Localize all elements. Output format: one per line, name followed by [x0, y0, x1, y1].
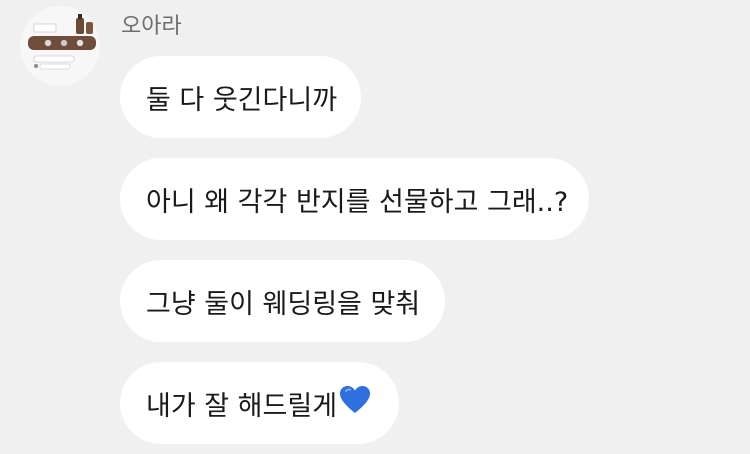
message-bubble[interactable]: 아니 왜 각각 반지를 선물하고 그래..? — [120, 158, 589, 240]
sender-name: 오아라 — [121, 14, 182, 39]
message-text: 아니 왜 각각 반지를 선물하고 그래..? — [146, 186, 569, 218]
message-text: 둘 다 웃긴다니까 — [146, 84, 338, 116]
message-text: 그냥 둘이 웨딩링을 맞춰 — [146, 288, 421, 320]
jewelry-tray-photo-avatar — [20, 6, 100, 86]
message-bubble[interactable]: 둘 다 웃긴다니까 — [120, 56, 361, 138]
message-bubble[interactable]: 그냥 둘이 웨딩링을 맞춰 — [120, 260, 445, 342]
message-bubble[interactable]: 내가 잘 해드릴게 — [120, 362, 399, 444]
sender-avatar[interactable] — [20, 6, 100, 86]
message-text: 내가 잘 해드릴게 — [146, 390, 338, 422]
blue-heart-icon — [339, 385, 371, 422]
